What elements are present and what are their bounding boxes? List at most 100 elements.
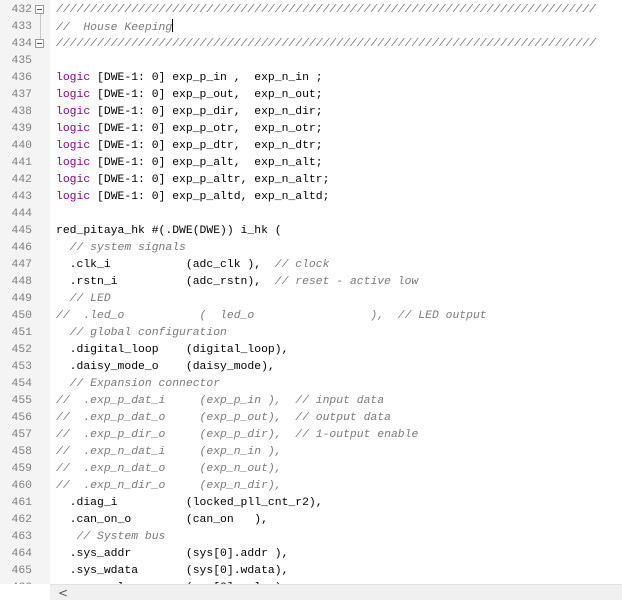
line-number: 458 (11, 446, 32, 458)
code-text: red_pitaya_hk #(.DWE(DWE)) i_hk ( (56, 223, 282, 240)
code-line[interactable]: 441 logic [DWE-1: 0] exp_p_alt, exp_n_alt… (0, 155, 622, 172)
code-line[interactable]: 443 logic [DWE-1: 0] exp_p_altd, exp_n_al… (0, 189, 622, 206)
scroll-left-arrow-icon[interactable]: < (58, 586, 68, 600)
code-line[interactable]: 451 // global configuration (0, 325, 622, 342)
code-comment: // .led_o ( led_o ), // LED output (56, 310, 487, 322)
line-number: 464 (11, 548, 32, 560)
line-number: 447 (11, 259, 32, 271)
code-line[interactable]: 464 .sys_addr (sys[0].addr ), (0, 546, 622, 563)
code-text: logic [DWE-1: 0] exp_p_altd, exp_n_altd; (56, 189, 329, 206)
horizontal-scrollbar[interactable]: < (50, 584, 622, 600)
code-line[interactable]: 460 // .exp_n_dir_o (exp_n_dir), (0, 478, 622, 495)
line-number: 451 (11, 327, 32, 339)
code-text: logic [DWE-1: 0] exp_p_altr, exp_n_altr; (56, 172, 329, 189)
code-text: // System bus (56, 529, 166, 546)
code-line[interactable]: 444 (0, 206, 622, 223)
code-line[interactable]: 433 // House Keeping (0, 19, 622, 36)
code-line[interactable]: 432 /////////////////////////////////////… (0, 2, 622, 19)
code-line[interactable]: 435 (0, 53, 622, 70)
line-number: 452 (11, 344, 32, 356)
code-editor[interactable]: 432 /////////////////////////////////////… (0, 0, 622, 584)
code-text: logic [DWE-1: 0] exp_p_dir, exp_n_dir; (56, 104, 323, 121)
code-token: [DWE-1: 0] exp_p_otr, exp_n_otr; (90, 123, 323, 135)
code-line[interactable]: 454 // Expansion connector (0, 376, 622, 393)
code-text: .diag_i (locked_pll_cnt_r2), (56, 495, 323, 512)
code-text: .digital_loop (digital_loop), (56, 342, 289, 359)
code-comment: // .exp_n_dir_o (exp_n_dir), (56, 480, 282, 492)
code-line[interactable]: 448 .rstn_i (adc_rstn), // reset - activ… (0, 274, 622, 291)
code-text: .rstn_i (adc_rstn), // reset - active lo… (56, 274, 419, 291)
code-line[interactable]: 457 // .exp_p_dir_o (exp_p_dir), // 1-out… (0, 427, 622, 444)
line-number: 460 (11, 480, 32, 492)
line-number: 443 (11, 191, 32, 203)
code-keyword: logic (56, 191, 91, 203)
code-comment: // .exp_p_dat_o (exp_p_out), // output d… (56, 412, 391, 424)
code-line[interactable]: 434 /////////////////////////////////////… (0, 36, 622, 53)
code-text: .daisy_mode_o (daisy_mode), (56, 359, 275, 376)
code-text: ////////////////////////////////////////… (56, 36, 596, 53)
line-number: 450 (11, 310, 32, 322)
code-token: [DWE-1: 0] exp_p_dir, exp_n_dir; (90, 106, 323, 118)
code-text: .sys_addr (sys[0].addr ), (56, 546, 289, 563)
code-line[interactable]: 437 logic [DWE-1: 0] exp_p_out, exp_n_out… (0, 87, 622, 104)
line-number: 459 (11, 463, 32, 475)
line-number: 457 (11, 429, 32, 441)
code-text: // .exp_p_dir_o (exp_p_dir), // 1-output… (56, 427, 418, 444)
code-comment: // .exp_n_dat_o (exp_n_out), (56, 463, 282, 475)
code-line[interactable]: 446 // system signals (0, 240, 622, 257)
code-text: // global configuration (56, 325, 227, 342)
line-number: 465 (11, 565, 32, 577)
line-number: 466 (0, 580, 32, 584)
code-line[interactable]: 459 // .exp_n_dat_o (exp_n_out), (0, 461, 622, 478)
code-comment: // System bus (56, 531, 166, 543)
code-comment: ////////////////////////////////////////… (56, 4, 597, 16)
code-comment: // global configuration (56, 327, 227, 339)
fold-collapse-icon[interactable] (35, 5, 44, 14)
code-token: [DWE-1: 0] exp_p_altd, exp_n_altd; (90, 191, 330, 203)
code-line[interactable]: 440 logic [DWE-1: 0] exp_p_dtr, exp_n_dtr… (0, 138, 622, 155)
code-line[interactable]: 439 logic [DWE-1: 0] exp_p_otr, exp_n_otr… (0, 121, 622, 138)
code-text: // Expansion connector (56, 376, 220, 393)
code-comment: // Expansion connector (56, 378, 221, 390)
code-token: red_pitaya_hk #(.DWE(DWE)) i_hk ( (56, 225, 282, 237)
code-text: // system signals (56, 240, 186, 257)
code-keyword: logic (56, 106, 91, 118)
line-number: 449 (11, 293, 32, 305)
code-line[interactable]: 438 logic [DWE-1: 0] exp_p_dir, exp_n_dir… (0, 104, 622, 121)
line-number: 433 (11, 21, 32, 33)
code-keyword: logic (56, 123, 91, 135)
code-line[interactable]: 465 .sys_wdata (sys[0].wdata), (0, 563, 622, 580)
code-line[interactable]: 445 red_pitaya_hk #(.DWE(DWE)) i_hk ( (0, 223, 622, 240)
line-number: 456 (11, 412, 32, 424)
code-comment: // .exp_p_dat_i (exp_p_in ), // input da… (56, 395, 385, 407)
code-text: // LED (56, 291, 111, 308)
code-token: [DWE-1: 0] exp_p_out, exp_n_out; (90, 89, 323, 101)
code-comment: // system signals (56, 242, 186, 254)
fold-collapse-icon[interactable] (35, 39, 44, 48)
code-token: .digital_loop (digital_loop), (56, 344, 289, 356)
code-comment: // LED (56, 293, 111, 305)
code-line[interactable]: 455 // .exp_p_dat_i (exp_p_in ), // input… (0, 393, 622, 410)
line-number: 438 (11, 106, 32, 118)
code-text: // .exp_n_dat_o (exp_n_out), (56, 461, 282, 478)
code-line[interactable]: 449 // LED (0, 291, 622, 308)
code-line[interactable]: 463 // System bus (0, 529, 622, 546)
code-line[interactable]: 462 .can_on_o (can_on ), (0, 512, 622, 529)
code-line[interactable]: 456 // .exp_p_dat_o (exp_p_out), // outpu… (0, 410, 622, 427)
code-line[interactable]: 453 .daisy_mode_o (daisy_mode), (0, 359, 622, 376)
code-line[interactable]: 452 .digital_loop (digital_loop), (0, 342, 622, 359)
code-line[interactable]: 458 // .exp_n_dat_i (exp_n_in ), (0, 444, 622, 461)
code-line[interactable]: 450 // .led_o ( led_o ), // LED output (0, 308, 622, 325)
line-number: 444 (11, 208, 32, 220)
code-line[interactable]: 442 logic [DWE-1: 0] exp_p_altr, exp_n_al… (0, 172, 622, 189)
code-text: // .exp_p_dat_i (exp_p_in ), // input da… (56, 393, 384, 410)
code-token: .diag_i (locked_pll_cnt_r2), (56, 497, 323, 509)
code-line[interactable]: 461 .diag_i (locked_pll_cnt_r2), (0, 495, 622, 512)
code-keyword: logic (56, 174, 91, 186)
code-line[interactable]: 436 logic [DWE-1: 0] exp_p_in , exp_n_in … (0, 70, 622, 87)
code-text: // .exp_p_dat_o (exp_p_out), // output d… (56, 410, 391, 427)
line-number: 439 (11, 123, 32, 135)
code-line[interactable]: 447 .clk_i (adc_clk ), // clock (0, 257, 622, 274)
line-number: 434 (11, 38, 32, 50)
code-text: logic [DWE-1: 0] exp_p_out, exp_n_out; (56, 87, 323, 104)
